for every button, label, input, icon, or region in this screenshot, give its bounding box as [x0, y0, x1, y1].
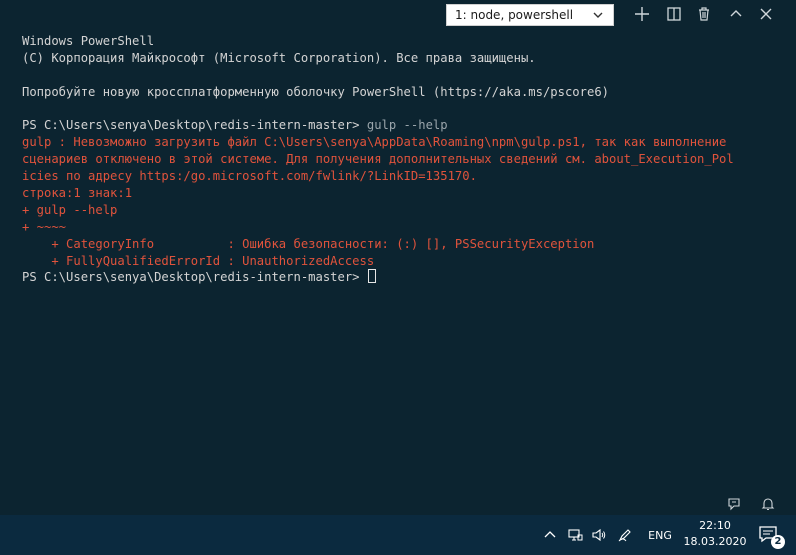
- prompt-text: PS C:\Users\senya\Desktop\redis-intern-m…: [22, 118, 367, 133]
- prompt-text: PS C:\Users\senya\Desktop\redis-intern-m…: [22, 270, 367, 285]
- network-icon[interactable]: [564, 515, 586, 555]
- chevron-up-icon[interactable]: [726, 4, 746, 24]
- notification-center-button[interactable]: 2: [758, 525, 785, 549]
- chevron-down-icon: [593, 12, 603, 18]
- terminal-line: сценариев отключено в этой системе. Для …: [22, 152, 734, 167]
- trash-icon[interactable]: [694, 4, 714, 24]
- bell-icon[interactable]: [760, 496, 776, 512]
- terminal-line: + gulp --help: [22, 202, 118, 217]
- terminal-line: PS C:\Users\senya\Desktop\redis-intern-m…: [22, 269, 782, 286]
- close-icon[interactable]: [756, 4, 776, 24]
- terminal-line: gulp : Невозможно загрузить файл C:\User…: [22, 135, 727, 150]
- split-icon[interactable]: [664, 4, 684, 24]
- shell-select[interactable]: 1: node, powershell: [446, 4, 614, 26]
- terminal-output[interactable]: Windows PowerShell (C) Корпорация Майкрос…: [22, 33, 782, 286]
- pen-icon[interactable]: [614, 515, 636, 555]
- terminal-line: строка:1 знак:1: [22, 186, 133, 201]
- language-indicator[interactable]: ENG: [644, 515, 676, 555]
- terminal-toolbar: 1: node, powershell: [446, 0, 796, 28]
- clock-date: 18.03.2020: [683, 535, 747, 548]
- clock-time: 22:10: [699, 519, 731, 532]
- plus-icon[interactable]: [632, 4, 652, 24]
- terminal-line: Попробуйте новую кроссплатформенную обол…: [22, 84, 609, 99]
- clock[interactable]: 22:10 18.03.2020: [682, 518, 748, 550]
- terminal-line: + FullyQualifiedErrorId : UnauthorizedAc…: [22, 253, 375, 268]
- terminal-line: + ~~~~: [22, 219, 67, 234]
- text-cursor[interactable]: [367, 269, 376, 284]
- shell-select-value: 1: node, powershell: [455, 8, 574, 22]
- volume-icon[interactable]: [588, 515, 610, 555]
- terminal-line: icies по адресу https:/go.microsoft.com/…: [22, 169, 477, 184]
- terminal-line: + CategoryInfo : Ошибка безопасности: (:…: [22, 236, 595, 251]
- terminal-line: (C) Корпорация Майкрософт (Microsoft Cor…: [22, 50, 536, 65]
- terminal-panel[interactable]: 1: node, powershell Windows PowerShell (C…: [0, 0, 796, 515]
- notification-badge: 2: [771, 535, 785, 549]
- command-text: gulp --help: [366, 118, 448, 133]
- panel-status-bar: [716, 493, 796, 515]
- terminal-line: PS C:\Users\senya\Desktop\redis-intern-m…: [22, 117, 782, 134]
- terminal-line: Windows PowerShell: [22, 34, 155, 48]
- feedback-icon[interactable]: [726, 496, 742, 512]
- tray-chevron-up-icon[interactable]: [540, 515, 560, 555]
- taskbar: ENG 22:10 18.03.2020 2: [0, 515, 796, 555]
